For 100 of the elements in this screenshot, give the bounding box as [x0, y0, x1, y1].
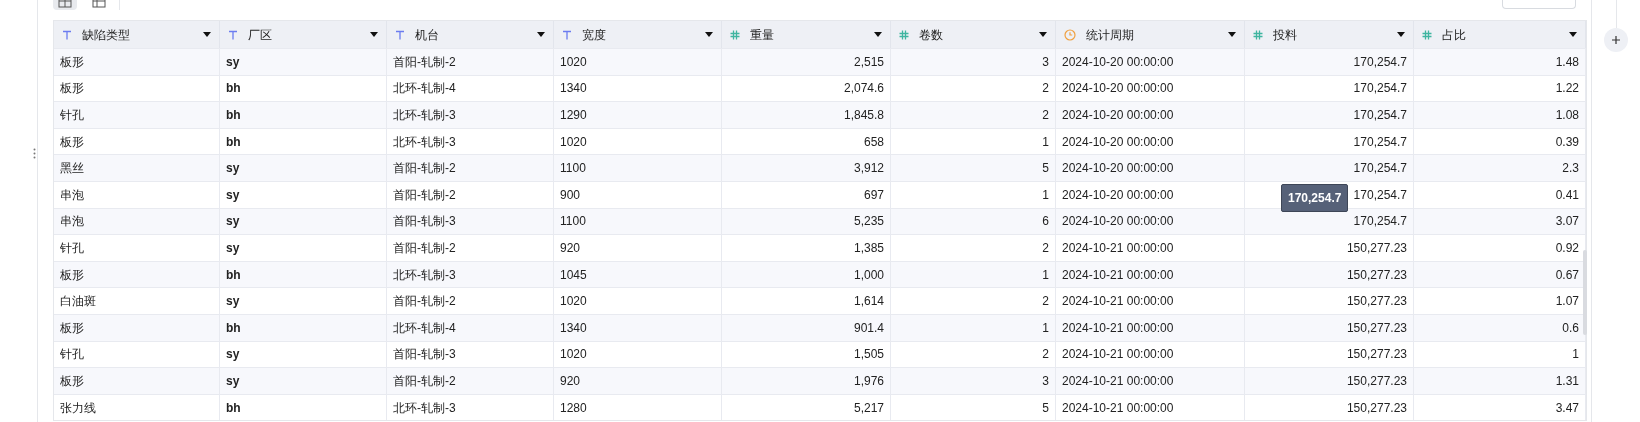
table-cell: bh: [220, 394, 387, 421]
table-cell: 针孔: [54, 235, 220, 261]
table-cell: 5,217: [722, 394, 891, 421]
table-cell: 3.47: [1414, 394, 1586, 421]
table-cell: 3: [891, 368, 1056, 394]
table-cell: 1.48: [1414, 49, 1586, 75]
table-cell: 1,845.8: [722, 102, 891, 128]
text-type-icon: [228, 29, 238, 40]
dropdown-caret-icon[interactable]: [203, 32, 211, 37]
table-cell: 板形: [54, 314, 220, 341]
table-cell: 2.3: [1414, 155, 1586, 181]
table-cell: 170,254.7: [1245, 102, 1414, 128]
number-type-icon: [730, 29, 740, 40]
table-cell: 1020: [554, 288, 722, 314]
table-cell: sy: [220, 288, 387, 314]
table-cell: sy: [220, 235, 387, 261]
table-cell: 2024-10-21 00:00:00: [1056, 314, 1245, 341]
table-cell: 1340: [554, 314, 722, 341]
table-cell: 3: [891, 49, 1056, 75]
table-cell: 首阳-轧制-2: [387, 181, 554, 208]
dropdown-caret-icon[interactable]: [537, 32, 545, 37]
table-cell: sy: [220, 368, 387, 394]
number-type-icon: [899, 29, 909, 40]
table-cell: 2024-10-21 00:00:00: [1056, 394, 1245, 421]
table-cell: 901.4: [722, 314, 891, 341]
table-cell: 白油斑: [54, 288, 220, 314]
table-cell: 1,385: [722, 235, 891, 261]
number-type-icon: [1422, 29, 1432, 40]
table-cell: 1100: [554, 155, 722, 181]
table-cell: 1.08: [1414, 102, 1586, 128]
table-cell: 1: [891, 181, 1056, 208]
table-cell: 2: [891, 235, 1056, 261]
table-cell: 170,254.7: [1245, 155, 1414, 181]
table-cell: 2024-10-21 00:00:00: [1056, 288, 1245, 314]
table-cell: 首阳-轧制-2: [387, 49, 554, 75]
table-cell: 150,277.23: [1245, 394, 1414, 421]
table-cell: 2024-10-20 00:00:00: [1056, 49, 1245, 75]
table-cell: 900: [554, 181, 722, 208]
dropdown-caret-icon[interactable]: [705, 32, 713, 37]
table-cell: 串泡: [54, 181, 220, 208]
dropdown-caret-icon[interactable]: [1039, 32, 1047, 37]
table-cell: 板形: [54, 49, 220, 75]
table-cell: 板形: [54, 368, 220, 394]
tooltip: 170,254.7: [1281, 184, 1349, 212]
table-cell: 2024-10-20 00:00:00: [1056, 181, 1245, 208]
table-cell: 0.41: [1414, 181, 1586, 208]
dropdown-caret-icon[interactable]: [370, 32, 378, 37]
table-cell: 首阳-轧制-2: [387, 235, 554, 261]
scrollbar-thumb[interactable]: [1583, 250, 1587, 335]
table-cell: 首阳-轧制-2: [387, 368, 554, 394]
table-cell: 1290: [554, 102, 722, 128]
table-cell: 1.31: [1414, 368, 1586, 394]
add-button[interactable]: [1604, 28, 1628, 52]
table-cell: 150,277.23: [1245, 314, 1414, 341]
table-cell: 北环-轧制-4: [387, 314, 554, 341]
table-cell: 1280: [554, 394, 722, 421]
number-type-icon: [1253, 29, 1263, 40]
table-cell: 1,614: [722, 288, 891, 314]
table-cell: 黑丝: [54, 155, 220, 181]
table-cell: 2: [891, 288, 1056, 314]
table-cell: 2024-10-20 00:00:00: [1056, 155, 1245, 181]
table-cell: 150,277.23: [1245, 235, 1414, 261]
text-type-icon: [562, 29, 572, 40]
table-cell: 首阳-轧制-2: [387, 155, 554, 181]
table-cell: 697: [722, 181, 891, 208]
table-cell: 5: [891, 394, 1056, 421]
table-cell: bh: [220, 102, 387, 128]
text-type-icon: [62, 29, 72, 40]
table-cell: 北环-轧制-3: [387, 102, 554, 128]
table-cell: 张力线: [54, 394, 220, 421]
table-cell: bh: [220, 314, 387, 341]
table-cell: 920: [554, 368, 722, 394]
drag-handle-icon[interactable]: [33, 148, 36, 159]
table-cell: sy: [220, 155, 387, 181]
table-cell: 2024-10-21 00:00:00: [1056, 368, 1245, 394]
table-cell: 1,976: [722, 368, 891, 394]
table-cell: 3,912: [722, 155, 891, 181]
table-cell: 150,277.23: [1245, 288, 1414, 314]
dropdown-caret-icon[interactable]: [1569, 32, 1577, 37]
table-cell: 1: [891, 314, 1056, 341]
table-cell: 5: [891, 155, 1056, 181]
table-cell: 1020: [554, 49, 722, 75]
dropdown-caret-icon[interactable]: [1397, 32, 1405, 37]
table-cell: 150,277.23: [1245, 368, 1414, 394]
table-cell: sy: [220, 49, 387, 75]
table-cell: sy: [220, 181, 387, 208]
table-cell: 2,515: [722, 49, 891, 75]
table-cell: 2024-10-20 00:00:00: [1056, 102, 1245, 128]
table-cell: 2024-10-21 00:00:00: [1056, 235, 1245, 261]
text-type-icon: [395, 29, 405, 40]
table-cell: 首阳-轧制-2: [387, 288, 554, 314]
clock-icon: [1064, 28, 1076, 41]
dropdown-caret-icon[interactable]: [1228, 32, 1236, 37]
table-cell: 2: [891, 102, 1056, 128]
table-cell: 针孔: [54, 102, 220, 128]
dropdown-caret-icon[interactable]: [874, 32, 882, 37]
plus-icon: [1612, 36, 1620, 44]
table-cell: 920: [554, 235, 722, 261]
table-cell: 北环-轧制-3: [387, 394, 554, 421]
table-cell: 170,254.7: [1245, 49, 1414, 75]
